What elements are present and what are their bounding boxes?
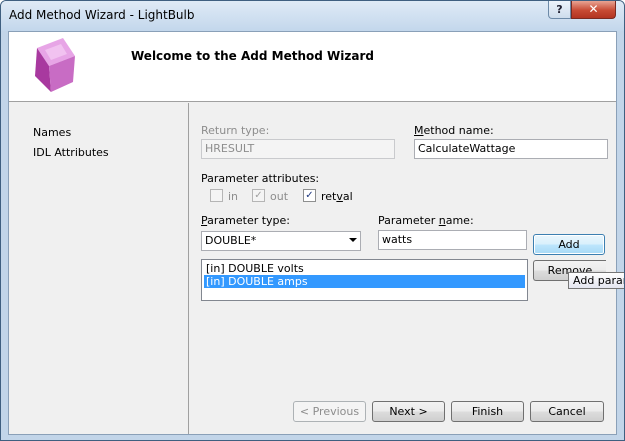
add-button-tooltip: Add parameter — [568, 272, 624, 289]
previous-button[interactable]: < Previous — [293, 401, 366, 422]
banner-title: Welcome to the Add Method Wizard — [131, 49, 374, 63]
wizard-nav: Names IDL Attributes — [9, 103, 187, 434]
in-checkbox[interactable] — [210, 189, 223, 202]
cancel-button[interactable]: Cancel — [530, 401, 604, 422]
parameter-type-combo[interactable]: DOUBLE* — [201, 231, 361, 251]
parameter-name-label: Parameter name: — [378, 214, 474, 227]
next-button[interactable]: Next > — [372, 401, 445, 422]
parameter-type-label: Parameter type: — [201, 214, 291, 227]
finish-button[interactable]: Finish — [451, 401, 524, 422]
parameter-name-input[interactable]: watts — [378, 230, 527, 250]
nav-item-names[interactable]: Names — [33, 126, 71, 139]
in-checkbox-label: in — [228, 190, 239, 203]
parameter-attributes-label: Parameter attributes: — [201, 172, 320, 185]
parameter-list[interactable]: [in] DOUBLE volts [in] DOUBLE amps — [201, 259, 528, 301]
out-checkbox-label: out — [270, 190, 289, 203]
method-name-input[interactable]: CalculateWattage — [414, 139, 608, 159]
nav-item-idl-attributes[interactable]: IDL Attributes — [33, 146, 109, 159]
parameter-type-value: DOUBLE* — [205, 234, 257, 247]
return-type-field: HRESULT — [201, 139, 395, 159]
wizard-banner: Welcome to the Add Method Wizard — [9, 32, 616, 102]
help-button[interactable]: ? — [548, 1, 571, 19]
window-title: Add Method Wizard - LightBulb — [9, 8, 195, 22]
wizard-content: Return type: HRESULT Method name: Calcul… — [188, 103, 616, 434]
purple-cube-icon — [35, 38, 75, 92]
add-parameter-button[interactable]: Add — [533, 234, 605, 255]
wizard-window: Add Method Wizard - LightBulb ? ✕ Welcom… — [0, 0, 625, 441]
list-item[interactable]: [in] DOUBLE volts — [204, 262, 525, 275]
out-checkbox[interactable]: ✓ — [252, 189, 265, 202]
title-bar[interactable]: Add Method Wizard - LightBulb ? ✕ — [1, 1, 624, 31]
chevron-down-icon[interactable] — [349, 238, 357, 242]
dialog-client-area: Welcome to the Add Method Wizard Names I… — [8, 31, 617, 435]
list-item[interactable]: [in] DOUBLE amps — [204, 275, 525, 288]
retval-checkbox[interactable]: ✓ — [303, 189, 316, 202]
retval-checkbox-label: retval — [321, 190, 353, 203]
return-type-label: Return type: — [201, 124, 270, 137]
method-name-label: Method name: — [414, 124, 494, 137]
close-button[interactable]: ✕ — [571, 1, 616, 19]
